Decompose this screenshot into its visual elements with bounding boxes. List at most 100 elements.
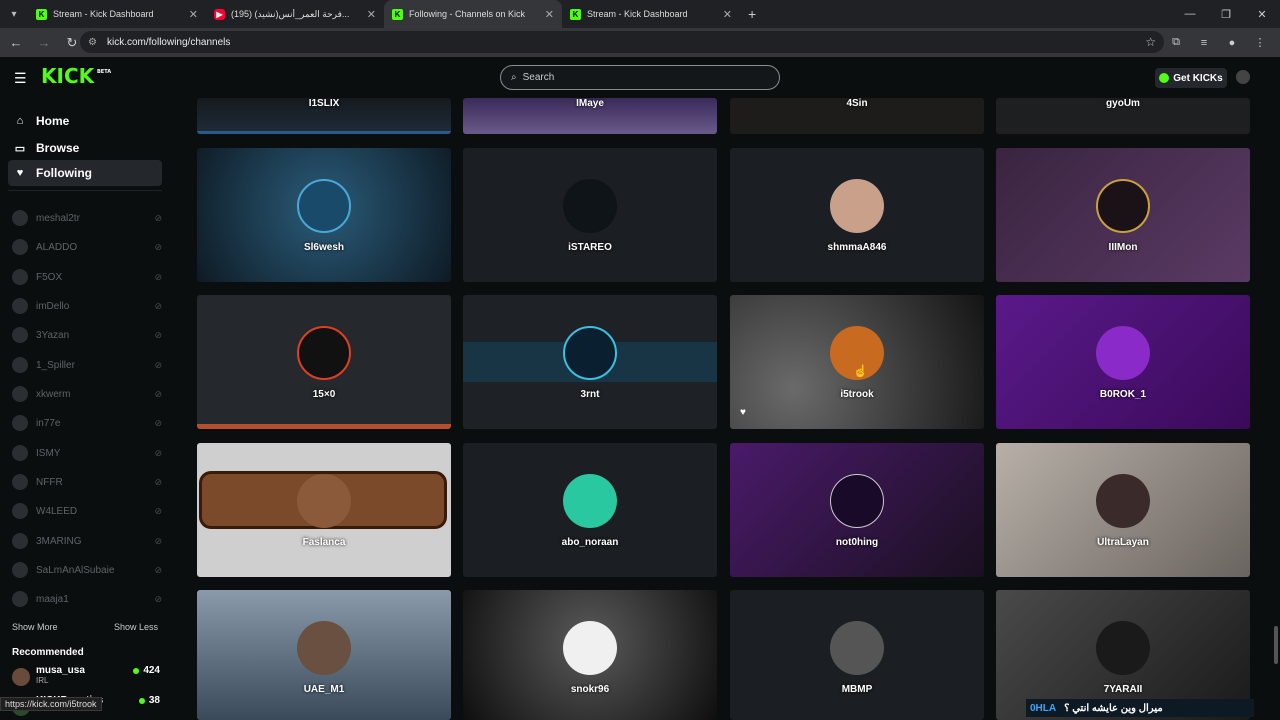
channel-card[interactable]: UltraLayan: [996, 443, 1250, 577]
channel-name: UltraLayan: [1097, 537, 1149, 548]
channel-card[interactable]: 15×0: [197, 295, 451, 429]
channel-name: I1SLIX: [308, 98, 340, 109]
minimize-icon[interactable]: —: [1172, 8, 1208, 20]
followed-channel[interactable]: W4LEED ⊘: [8, 500, 162, 522]
channel-name: not0hing: [835, 537, 879, 548]
avatar: [12, 298, 28, 314]
ticker-brand: 0HLA: [1030, 702, 1057, 714]
close-window-icon[interactable]: ✕: [1244, 8, 1280, 21]
channel-name: musa_usa: [36, 665, 85, 676]
sidebar-item-label: Following: [36, 166, 92, 180]
browser-tab[interactable]: K Stream - Kick Dashboard ✕: [562, 0, 740, 28]
browser-tab[interactable]: ▶ (195) (نشيد)فرحة العمر_أنس... ✕: [206, 0, 384, 28]
site-header: ☰ KICK BETA ⌕ Search Get KICKs: [0, 57, 1280, 98]
channel-card[interactable]: 4Sin: [730, 98, 984, 134]
youtube-favicon-icon: ▶: [214, 8, 225, 20]
recommended-channel[interactable]: musa_usa IRL 424: [12, 665, 160, 689]
channel-name: SaLmAnAlSubaie: [36, 564, 115, 576]
avatar: [12, 415, 28, 431]
followed-channel[interactable]: NFFR ⊘: [8, 471, 162, 493]
followed-channel[interactable]: in77e ⊘: [8, 412, 162, 434]
restore-icon[interactable]: ❐: [1208, 8, 1244, 21]
tab-title: Stream - Kick Dashboard: [587, 9, 688, 19]
close-tab-icon[interactable]: ✕: [189, 8, 198, 21]
close-tab-icon[interactable]: ✕: [723, 8, 732, 21]
followed-channel[interactable]: SaLmAnAlSubaie ⊘: [8, 559, 162, 581]
followed-channel[interactable]: ALADDO ⊘: [8, 236, 162, 258]
sidebar-item-browse[interactable]: ▭ Browse: [8, 135, 162, 161]
offline-icon: ⊘: [154, 388, 162, 399]
sidebar-divider: [8, 190, 162, 191]
search-icon: ⌕: [511, 72, 517, 83]
sidebar-item-label: Home: [36, 114, 70, 128]
tab-title: Following - Channels on Kick: [409, 9, 526, 19]
bookmark-star-icon[interactable]: ☆: [1145, 35, 1156, 49]
channel-card[interactable]: gyoUm: [996, 98, 1250, 134]
profile-icon[interactable]: ●: [1218, 37, 1246, 49]
avatar: [12, 562, 28, 578]
channel-card[interactable]: i5trook ♥: [730, 295, 984, 429]
offline-icon: ⊘: [154, 271, 162, 282]
channel-card[interactable]: not0hing: [730, 443, 984, 577]
channel-avatar: [297, 621, 351, 675]
channel-name: i5trook: [840, 389, 874, 400]
close-tab-icon[interactable]: ✕: [367, 8, 376, 21]
new-tab-icon[interactable]: +: [748, 6, 756, 22]
tab-search-icon[interactable]: ▾: [0, 0, 28, 28]
close-tab-icon[interactable]: ✕: [545, 8, 554, 21]
channel-card[interactable]: iSTAREO: [463, 148, 717, 282]
channel-card[interactable]: abo_noraan: [463, 443, 717, 577]
followed-channel[interactable]: xkwerm ⊘: [8, 383, 162, 405]
channel-avatar: [297, 474, 351, 528]
kick-logo[interactable]: KICK BETA: [41, 64, 111, 88]
followed-channel[interactable]: imDello ⊘: [8, 295, 162, 317]
page-scrollbar[interactable]: [1274, 626, 1278, 664]
recommended-heading: Recommended: [12, 647, 84, 658]
extensions-icon[interactable]: ⧉: [1162, 36, 1190, 49]
sidebar-item-home[interactable]: ⌂ Home: [8, 108, 162, 134]
avatar: [12, 668, 30, 686]
url-field[interactable]: ⚙ kick.com/following/channels ☆: [80, 31, 1164, 53]
offline-icon: ⊘: [154, 212, 162, 223]
browser-tab[interactable]: K Stream - Kick Dashboard ✕: [28, 0, 206, 28]
sidebar-item-following[interactable]: ♥ Following: [8, 160, 162, 186]
followed-channel[interactable]: meshal2tr ⊘: [8, 207, 162, 229]
channel-card[interactable]: Faslanca: [197, 443, 451, 577]
ticker-message: ميرال وين عايشه انتي ؟: [1064, 702, 1163, 714]
get-kicks-button[interactable]: Get KICKs: [1155, 68, 1227, 88]
followed-channel[interactable]: 3Yazan ⊘: [8, 324, 162, 346]
show-more-button[interactable]: Show More: [12, 622, 58, 632]
browser-tab-active[interactable]: K Following - Channels on Kick ✕: [384, 0, 562, 28]
followed-channel[interactable]: ISMY ⊘: [8, 442, 162, 464]
search-input[interactable]: ⌕ Search: [500, 65, 780, 90]
channel-card[interactable]: I1SLIX: [197, 98, 451, 134]
menu-icon[interactable]: ☰: [14, 70, 27, 87]
kicks-coin-icon: [1159, 73, 1170, 83]
channel-card[interactable]: IIIMon: [996, 148, 1250, 282]
show-less-button[interactable]: Show Less: [114, 622, 158, 632]
followed-channel[interactable]: maaja1 ⊘: [8, 588, 162, 610]
channel-card[interactable]: IMaye: [463, 98, 717, 134]
channel-card[interactable]: B0ROK_1: [996, 295, 1250, 429]
channel-card[interactable]: UAE_M1: [197, 590, 451, 720]
media-controls-icon[interactable]: ≡: [1190, 37, 1218, 49]
forward-icon[interactable]: →: [32, 35, 56, 50]
channel-card[interactable]: Sl6wesh: [197, 148, 451, 282]
channel-avatar: [1096, 474, 1150, 528]
channel-name: NFFR: [36, 476, 63, 488]
followed-channel[interactable]: 1_Spiller ⊘: [8, 354, 162, 376]
get-kicks-label: Get KICKs: [1173, 72, 1223, 84]
offline-icon: ⊘: [154, 535, 162, 546]
browser-menu-icon[interactable]: ⋮: [1246, 36, 1274, 49]
channel-card[interactable]: snokr96: [463, 590, 717, 720]
followed-channel[interactable]: F5OX ⊘: [8, 266, 162, 288]
site-info-icon[interactable]: ⚙: [88, 37, 97, 48]
channel-card[interactable]: MBMP: [730, 590, 984, 720]
user-avatar[interactable]: [1236, 70, 1250, 84]
back-icon[interactable]: ←: [4, 35, 28, 50]
followed-channel[interactable]: 3MARING ⊘: [8, 530, 162, 552]
channel-card[interactable]: shmmaA846: [730, 148, 984, 282]
heart-icon[interactable]: ♥: [740, 407, 746, 418]
viewer-count: 424: [133, 665, 160, 676]
channel-card[interactable]: 3rnt: [463, 295, 717, 429]
